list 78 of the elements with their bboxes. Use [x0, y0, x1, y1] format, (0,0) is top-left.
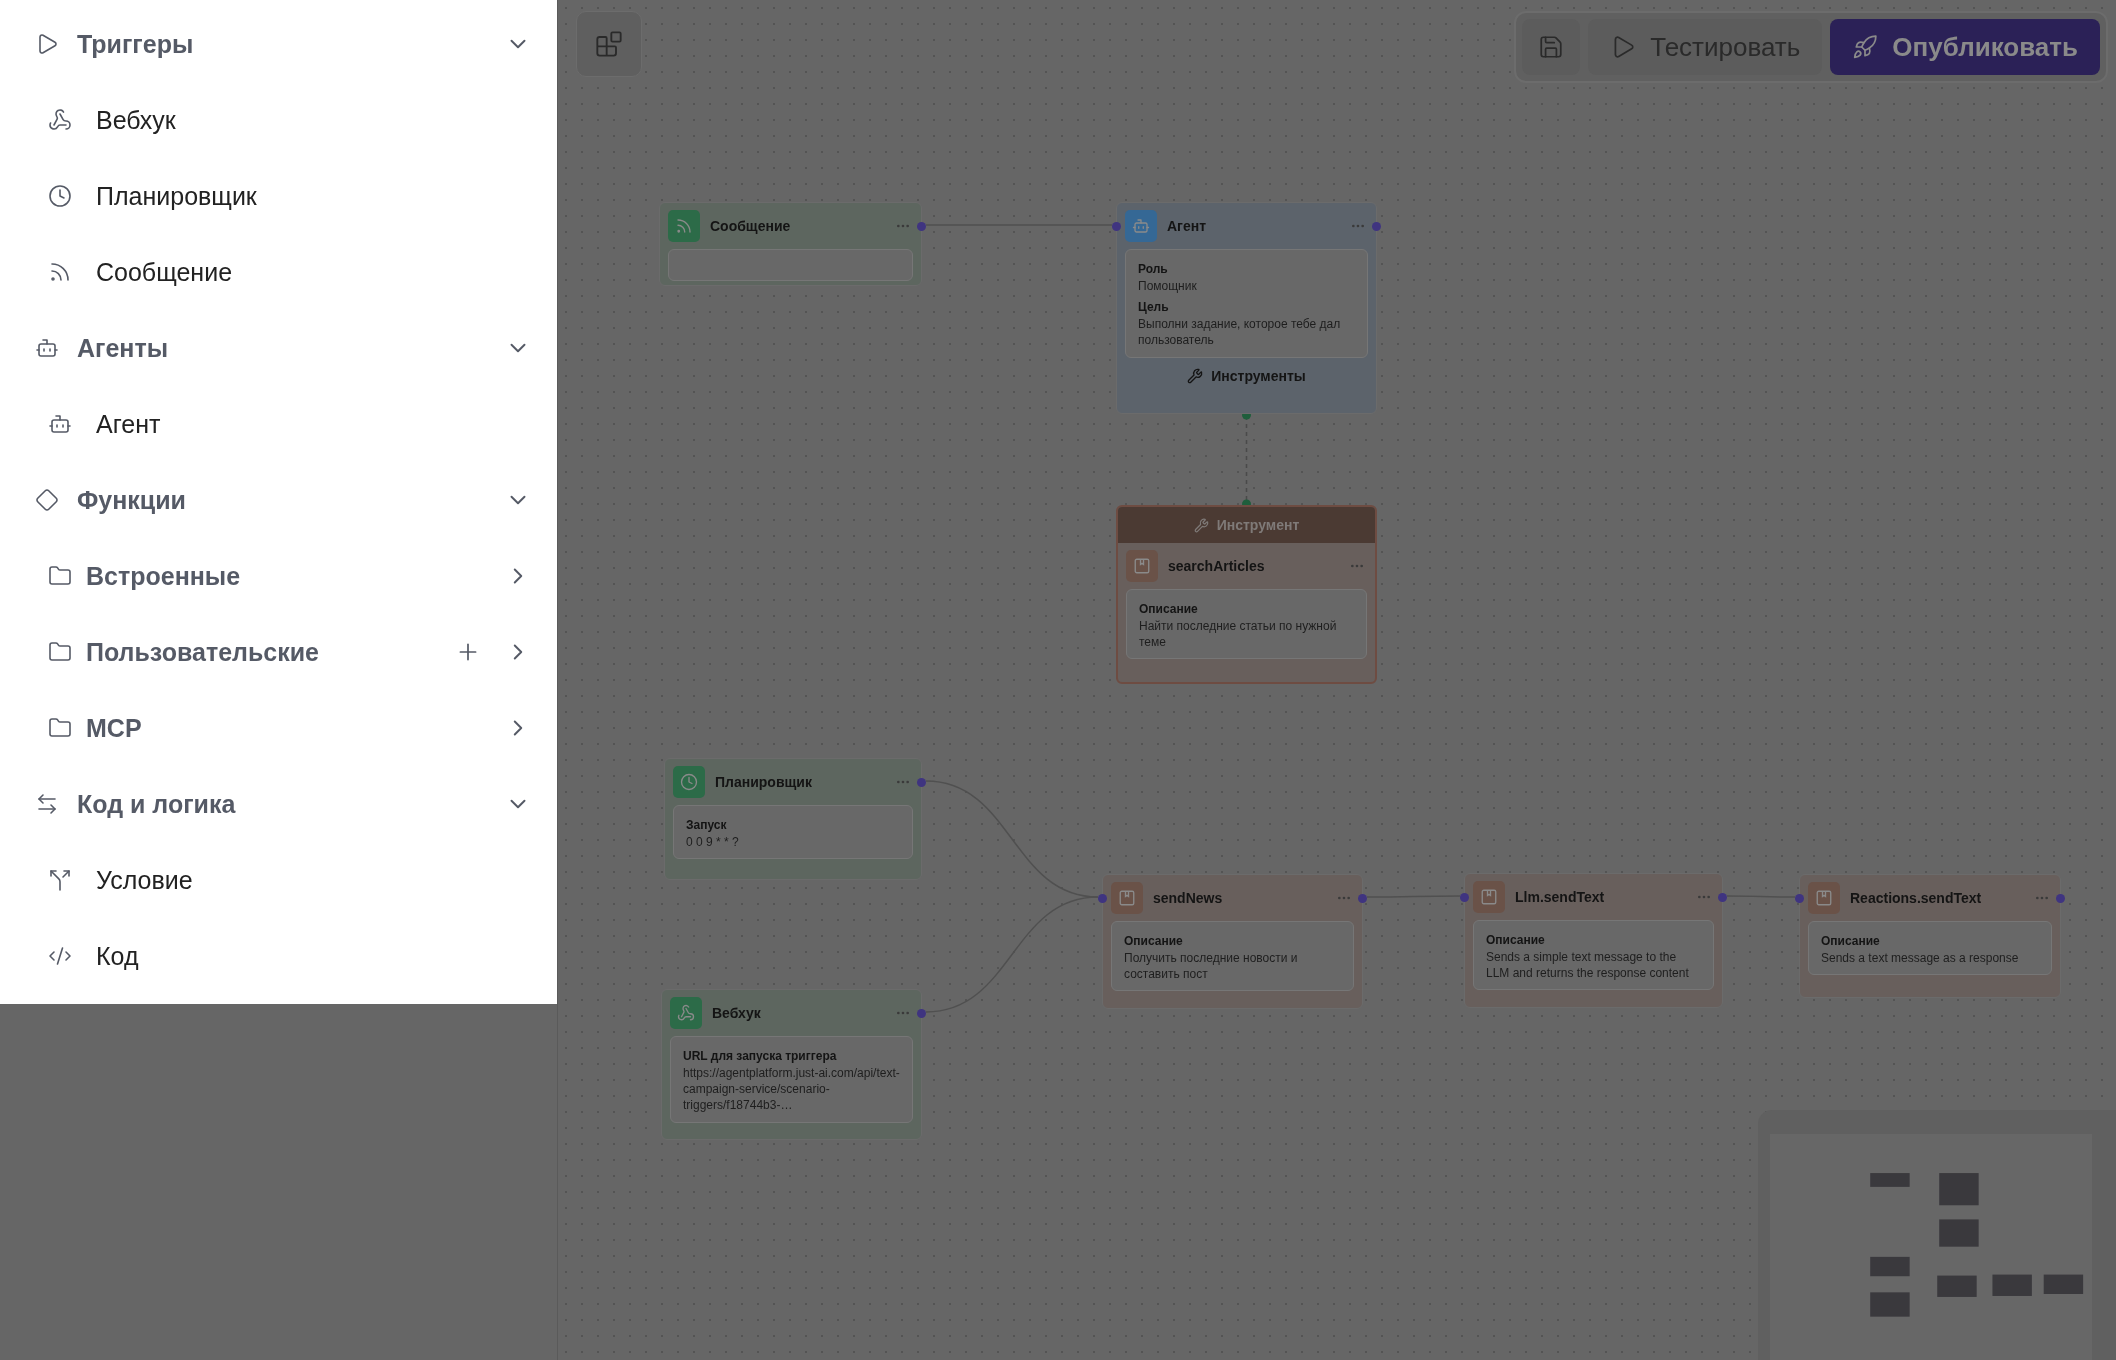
- diamond-icon: [35, 488, 59, 512]
- field-value: Sends a simple text message to the LLM and returns the response content: [1486, 949, 1690, 982]
- output-handle[interactable]: [1718, 893, 1727, 902]
- input-handle[interactable]: [1795, 894, 1804, 903]
- output-handle[interactable]: [1372, 222, 1381, 231]
- save-icon: [1538, 34, 1565, 60]
- menu-item[interactable]: Условие: [0, 842, 557, 918]
- node-banner: Инструмент: [1118, 507, 1375, 543]
- tools-label: Инструменты: [1211, 367, 1306, 384]
- rocket-icon: [1852, 34, 1879, 60]
- field-value: Sends a text message as a response: [1821, 950, 2020, 967]
- menu-item[interactable]: Планировщик: [0, 158, 557, 234]
- rss-icon: [48, 260, 72, 284]
- menu-folder[interactable]: Встроенные: [0, 538, 557, 614]
- bookmark-icon: [1473, 881, 1505, 913]
- node-title: Сообщение: [710, 218, 792, 234]
- field-label: Описание: [1139, 602, 1199, 616]
- node-title: Планировщик: [715, 774, 813, 790]
- node-title: Llm.sendText: [1515, 889, 1606, 905]
- output-handle[interactable]: [917, 1009, 926, 1018]
- menu-folder[interactable]: Пользовательские: [0, 614, 557, 690]
- blocks-icon: [595, 30, 623, 58]
- field-label: Роль: [1138, 262, 1169, 276]
- arrows-icon: [35, 792, 59, 816]
- output-handle[interactable]: [917, 778, 926, 787]
- bookmark-icon: [1111, 882, 1143, 914]
- webhook-icon: [48, 108, 72, 132]
- menu-section-header[interactable]: Функции: [0, 462, 557, 538]
- field-value: https://agentplatform.just-ai.com/api/text-campaign-service/scenario-triggers/f18744b3-…: [683, 1065, 900, 1114]
- minimap[interactable]: [1758, 1110, 2116, 1360]
- input-handle[interactable]: [1098, 894, 1107, 903]
- folder-icon: [48, 716, 72, 740]
- clock-icon: [673, 766, 705, 798]
- field-value: 0 0 9 * * ?: [686, 834, 740, 851]
- field-value: Выполни задание, которое тебе дал пользователь: [1138, 316, 1342, 349]
- layout-button[interactable]: [576, 11, 642, 77]
- menu-item[interactable]: Сообщение: [0, 234, 557, 310]
- input-handle[interactable]: [1460, 893, 1469, 902]
- bot-icon: [48, 412, 72, 436]
- menu-item[interactable]: Код: [0, 918, 557, 994]
- clock-icon: [48, 184, 72, 208]
- save-button[interactable]: [1522, 19, 1581, 75]
- field-label: Цель: [1138, 300, 1170, 315]
- webhook-icon: [670, 997, 702, 1029]
- menu-section-header[interactable]: Триггеры: [0, 6, 557, 82]
- node-title: Вебхук: [712, 1005, 762, 1021]
- bot-icon: [1125, 210, 1157, 242]
- field-label: Описание: [1124, 934, 1184, 948]
- field-label: URL для запуска триггера: [683, 1049, 838, 1063]
- menu-folder[interactable]: MCP: [0, 690, 557, 766]
- output-handle[interactable]: [917, 222, 926, 231]
- input-handle[interactable]: [1112, 222, 1121, 231]
- folder-icon: [48, 640, 72, 664]
- node-title: sendNews: [1153, 890, 1224, 906]
- node-title: Reactions.sendText: [1850, 890, 1983, 906]
- code-icon: [48, 944, 72, 968]
- menu-section-header[interactable]: Агенты: [0, 310, 557, 386]
- field-label: Запуск: [686, 818, 728, 832]
- node-title: Агент: [1167, 218, 1208, 234]
- menu-item[interactable]: Вебхук: [0, 82, 557, 158]
- output-handle[interactable]: [1358, 894, 1367, 903]
- split-icon: [48, 868, 72, 892]
- bot-icon: [35, 336, 59, 360]
- wrench-icon: [1187, 367, 1204, 384]
- bookmark-icon: [1808, 882, 1840, 914]
- menu-item[interactable]: Агент: [0, 386, 557, 462]
- publish-button[interactable]: Опубликовать: [1830, 19, 2100, 75]
- menu-section-header[interactable]: Код и логика: [0, 766, 557, 842]
- folder-icon: [48, 564, 72, 588]
- bookmark-icon: [1126, 550, 1158, 582]
- node-title: searchArticles: [1168, 558, 1266, 574]
- field-value: Найти последние статьи по нужной теме: [1139, 618, 1338, 651]
- field-value: Получить последние новости и составить пост: [1124, 950, 1299, 983]
- field-label: Описание: [1486, 933, 1546, 947]
- field-value: Помощник: [1138, 278, 1198, 295]
- rss-icon: [668, 210, 700, 242]
- field-label: Описание: [1821, 934, 1881, 948]
- output-handle[interactable]: [2056, 894, 2065, 903]
